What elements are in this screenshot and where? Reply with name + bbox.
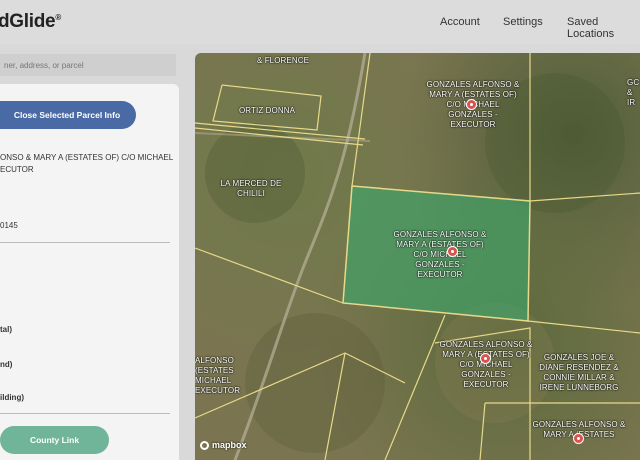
logo-text: dGlide bbox=[0, 11, 56, 32]
close-parcel-info-button[interactable]: Close Selected Parcel Info bbox=[0, 101, 136, 129]
map-label-gonzales-left: ALFONSO (ESTATES MICHAEL EXECUTOR bbox=[195, 356, 241, 395]
mapbox-text: mapbox bbox=[212, 440, 247, 450]
parcel-pin-icon[interactable] bbox=[480, 353, 491, 364]
county-link-button[interactable]: County Link bbox=[0, 426, 109, 454]
divider bbox=[0, 242, 170, 243]
map-label-gonzales-selected: GONZALES ALFONSO & MARY A (ESTATES OF) C… bbox=[393, 230, 487, 279]
selected-parcel-pin-icon[interactable] bbox=[447, 246, 458, 257]
map-label-right-edge: GC & IR bbox=[627, 78, 640, 107]
map-label-merced: LA MERCED DE CHILILI bbox=[220, 179, 282, 198]
mapbox-attribution[interactable]: mapbox bbox=[200, 440, 247, 450]
owner-name: ONSO & MARY A (ESTATES OF) C/O MICHAEL E… bbox=[0, 153, 173, 174]
divider bbox=[0, 413, 170, 414]
map-label-gonzales-joe: GONZALES JOE & DIANE RESENDEZ & CONNIE M… bbox=[539, 353, 619, 392]
map-label-gonzales-bottom: GONZALES ALFONSO & MARY A (ESTATES OF) C… bbox=[439, 340, 533, 389]
search-input[interactable] bbox=[0, 54, 176, 76]
parcel-id: 0145 bbox=[0, 221, 18, 230]
map-label-ortiz: ORTIZ DONNA bbox=[238, 106, 296, 115]
map-label-florence: & FLORENCE bbox=[256, 56, 310, 65]
parcel-info-panel: Close Selected Parcel Info ONSO & MARY A… bbox=[0, 84, 179, 460]
value-building-label: ilding) bbox=[0, 393, 24, 402]
logo-registered-mark: ® bbox=[55, 13, 61, 22]
value-total-label: tal) bbox=[0, 325, 12, 334]
nav-saved-locations-link[interactable]: Saved Locations bbox=[567, 16, 640, 40]
app-header: dGlide® Account Settings Saved Locations bbox=[0, 0, 640, 44]
parcel-pin-icon[interactable] bbox=[573, 433, 584, 444]
nav-settings-link[interactable]: Settings bbox=[503, 16, 543, 28]
mapbox-logo-icon bbox=[200, 440, 209, 450]
parcel-map[interactable]: & FLORENCE ORTIZ DONNA LA MERCED DE CHIL… bbox=[195, 53, 640, 460]
nav-account-link[interactable]: Account bbox=[440, 16, 480, 28]
value-land-label: nd) bbox=[0, 360, 13, 369]
app-logo[interactable]: dGlide® bbox=[0, 11, 61, 33]
parcel-pin-icon[interactable] bbox=[466, 99, 477, 110]
